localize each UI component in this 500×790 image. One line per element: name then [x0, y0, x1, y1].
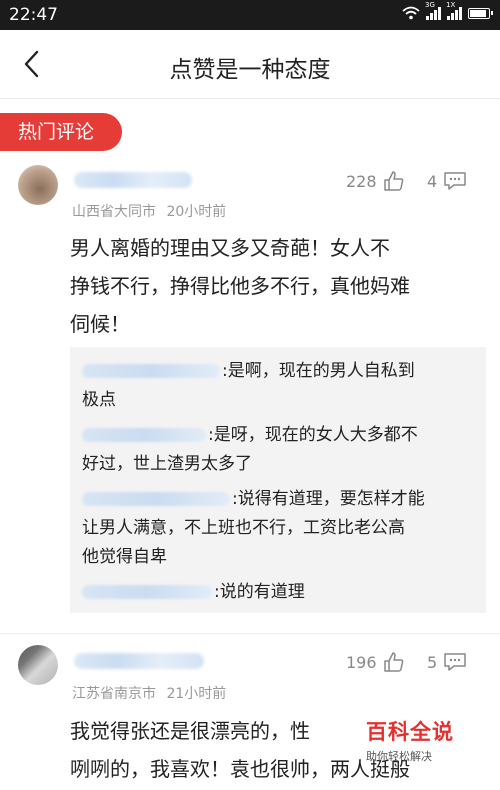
nav-bar: 点赞是一种态度 [0, 30, 500, 99]
comment-meta: 江苏省南京市 21小时前 [72, 683, 226, 703]
hot-comments-tab[interactable]: 热门评论 [0, 113, 122, 151]
comment-bubble-icon [444, 172, 466, 190]
battery-icon [468, 7, 493, 19]
reply-item[interactable]: :是啊，现在的男人自私到 极点 [82, 357, 415, 415]
watermark-subtitle: 助你轻松解决 [366, 750, 432, 763]
status-time: 22:47 [9, 5, 58, 25]
reply-text: 他觉得自卑 [82, 547, 167, 567]
wifi-icon [402, 6, 420, 20]
status-icons: 3G 1X [402, 1, 493, 20]
reply-username-blurred [82, 364, 220, 378]
reply-username-blurred [82, 428, 206, 442]
comment-time: 20小时前 [166, 204, 227, 220]
signal-3g-icon: 3G [425, 1, 441, 20]
like-count: 228 [346, 171, 377, 191]
divider [0, 633, 500, 634]
reply-item[interactable]: :说的有道理 [82, 578, 305, 607]
reply-list[interactable]: :是啊，现在的男人自私到 极点 :是呀，现在的女人大多都不 好过，世上渣男太多了… [70, 347, 486, 613]
reply-text: 好过，世上渣男太多了 [82, 454, 252, 474]
watermark-title: 百科全说 [366, 720, 454, 744]
comment-line: 我觉得张还是很漂亮的，性 [70, 719, 310, 743]
thumbs-up-icon [383, 652, 403, 672]
comment-line: 男人离婚的理由又多又奇葩！女人不 [70, 236, 390, 260]
status-bar: 22:47 3G 1X [0, 0, 500, 30]
like-stat[interactable]: 228 [346, 170, 405, 192]
reply-text: 让男人满意，不上班也不行，工资比老公高 [82, 518, 405, 538]
comment-body: 我觉得张还是很漂亮的，性 咧咧的，我喜欢！袁也很帅，两人挺般 [70, 712, 410, 788]
comment-line: 伺候！ [70, 312, 130, 336]
reply-username-blurred [82, 585, 212, 599]
comment-location: 山西省大同市 [72, 204, 156, 220]
reply-stat[interactable]: 4 [427, 170, 467, 192]
comment-meta: 山西省大同市 20小时前 [72, 201, 226, 221]
username-blurred[interactable] [74, 653, 204, 669]
comment-body: 男人离婚的理由又多又奇葩！女人不 挣钱不行，挣得比他多不行，真他妈难 伺候！ [70, 229, 410, 343]
page-title: 点赞是一种态度 [169, 57, 331, 83]
reply-item[interactable]: :说得有道理，要怎样才能 让男人满意，不上班也不行，工资比老公高 他觉得自卑 [82, 485, 425, 572]
comment-location: 江苏省南京市 [72, 686, 156, 702]
reply-text: :说得有道理，要怎样才能 [232, 489, 425, 509]
comment-line: 挣钱不行，挣得比他多不行，真他妈难 [70, 274, 410, 298]
comment-time: 21小时前 [166, 686, 227, 702]
reply-text: :是啊，现在的男人自私到 [222, 361, 415, 381]
reply-item[interactable]: :是呀，现在的女人大多都不 好过，世上渣男太多了 [82, 421, 418, 479]
avatar[interactable] [18, 645, 58, 685]
reply-stat[interactable]: 5 [427, 651, 467, 673]
thumbs-up-icon [383, 171, 403, 191]
username-blurred[interactable] [74, 172, 192, 188]
watermark-logo: 百科全说 助你轻松解决 [366, 716, 462, 764]
avatar[interactable] [18, 165, 58, 205]
sim-type-label: 1X [446, 1, 456, 9]
like-count: 196 [346, 652, 377, 672]
reply-text: :说的有道理 [214, 582, 305, 602]
reply-count: 4 [427, 171, 438, 191]
comment-line: 咧咧的，我喜欢！袁也很帅，两人挺般 [70, 757, 410, 781]
reply-text: :是呀，现在的女人大多都不 [208, 425, 418, 445]
reply-text: 极点 [82, 390, 116, 410]
like-stat[interactable]: 196 [346, 651, 405, 673]
network-type-label: 3G [425, 1, 435, 9]
reply-username-blurred [82, 492, 230, 506]
signal-1x-icon: 1X [446, 1, 462, 20]
comment-bubble-icon [444, 653, 466, 671]
reply-count: 5 [427, 652, 438, 672]
